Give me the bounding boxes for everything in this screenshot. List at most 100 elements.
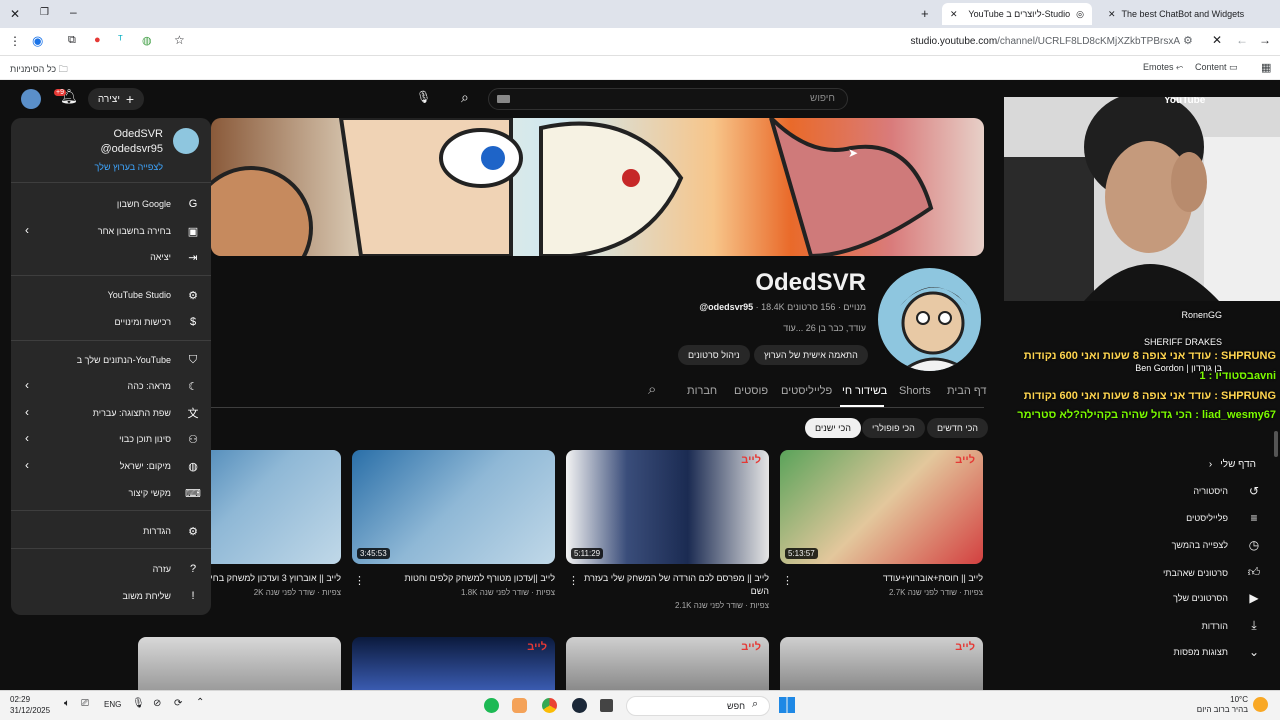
video-thumbnail[interactable] bbox=[138, 637, 341, 690]
chevron-up-icon[interactable]: ⌃ bbox=[196, 697, 204, 708]
chrome-icon[interactable] bbox=[542, 698, 557, 713]
stop-loading-icon[interactable]: ✕ bbox=[1212, 33, 1222, 47]
filter-newest[interactable]: הכי חדשים bbox=[927, 418, 989, 438]
extension-a-icon[interactable]: ● bbox=[94, 34, 101, 46]
menu-item-your-data[interactable]: הנתונים שלך ב-YouTube ⛉ bbox=[21, 349, 201, 371]
video-title[interactable]: לייב ||עדכון מטורף למשחק קלפים וחטות bbox=[352, 572, 555, 585]
menu-item-keyboard-shortcuts[interactable]: מקשי קיצור ⌨ bbox=[21, 482, 201, 504]
sidebar-item-show-more[interactable]: תצוגות מפסות ⌄ bbox=[1022, 645, 1262, 659]
video-thumbnail[interactable]: לייב 5:11:29 bbox=[566, 450, 769, 564]
menu-item-help[interactable]: עזרה? bbox=[21, 558, 201, 580]
channel-search-icon[interactable]: ⌕ bbox=[648, 381, 656, 398]
search-input[interactable]: חיפוש bbox=[488, 88, 848, 110]
tab-playlists[interactable]: פלייליסטים bbox=[781, 385, 832, 397]
menu-dots-icon[interactable]: ⋮ bbox=[9, 34, 21, 48]
channel-avatar[interactable] bbox=[876, 266, 983, 373]
video-thumbnail[interactable]: לייב 5:13:57 bbox=[780, 450, 983, 564]
sidebar-item-playlists[interactable]: פלייליסטים ≡ bbox=[1022, 511, 1262, 525]
avatar[interactable] bbox=[21, 89, 41, 109]
menu-item-sign-out[interactable]: יציאה ⇥ bbox=[21, 246, 201, 268]
menu-item-location[interactable]: מיקום: ישראל ◍ bbox=[21, 455, 201, 477]
view-channel-link[interactable]: לצפייה בערוץ שלך bbox=[31, 162, 163, 172]
close-window-icon[interactable]: ✕ bbox=[10, 7, 20, 21]
sidebar-item-history[interactable]: היסטוריה ↺ bbox=[1022, 484, 1262, 498]
steam-icon[interactable] bbox=[572, 698, 587, 713]
microphone-icon[interactable]: 🎙︎ bbox=[416, 90, 432, 106]
extension-c-icon[interactable]: ◍ bbox=[142, 34, 152, 47]
bookmark-star-icon[interactable]: ☆ bbox=[174, 33, 185, 47]
windows-start-icon[interactable] bbox=[779, 697, 795, 713]
weather-widget[interactable]: 10°C בהיר ברוב היום bbox=[1180, 695, 1248, 715]
input-language[interactable]: ENG bbox=[104, 700, 121, 709]
video-thumbnail[interactable]: לייב bbox=[780, 637, 983, 690]
sidebar-item-watch-later[interactable]: לצפייה בהמשך ◷ bbox=[1022, 538, 1262, 552]
close-tab-icon[interactable]: ✕ bbox=[950, 9, 958, 20]
tab-chatbot[interactable]: ✕ The best ChatBot and Widgets ◍ bbox=[1100, 3, 1250, 25]
menu-item-language[interactable]: שפת התצוגה: עברית 文 bbox=[21, 402, 201, 424]
minimize-window-icon[interactable]: – bbox=[70, 5, 77, 19]
video-thumbnail[interactable]: 3:45:53 bbox=[352, 450, 555, 564]
clock[interactable]: 02:29 31/12/2025 bbox=[10, 694, 50, 716]
video-menu-icon[interactable]: ⋮ bbox=[782, 574, 793, 587]
forward-arrow-icon[interactable]: → bbox=[1259, 33, 1271, 47]
sync-tray-icon[interactable]: ⟳ bbox=[174, 698, 182, 709]
taskbar-search-input[interactable]: חפש bbox=[626, 696, 770, 716]
menu-item-settings[interactable]: הגדרות ⚙ bbox=[21, 520, 201, 542]
video-thumbnail[interactable]: לייב bbox=[566, 637, 769, 690]
apps-grid-icon[interactable]: ▦ bbox=[1261, 61, 1271, 74]
menu-item-restricted-mode[interactable]: סינון תוכן כבוי ⚇ bbox=[21, 428, 201, 450]
scrollbar[interactable] bbox=[1274, 431, 1278, 457]
tab-posts[interactable]: פוסטים bbox=[734, 385, 768, 397]
back-arrow-icon[interactable]: ← bbox=[1236, 33, 1248, 47]
filter-oldest[interactable]: הכי ישנים bbox=[805, 418, 861, 438]
menu-item-switch-account[interactable]: בחירה בחשבון אחר ▣ bbox=[21, 220, 201, 242]
keyboard-icon[interactable] bbox=[497, 95, 510, 103]
menu-item-appearance[interactable]: מראה: כהה ☾ bbox=[21, 375, 201, 397]
menu-item-feedback[interactable]: שליחת משוב! bbox=[21, 585, 201, 607]
sidebar-item-your-videos[interactable]: הסרטונים שלך ▶ bbox=[1022, 591, 1262, 605]
tab-youtube-studio[interactable]: ✕ YouTube ליוצרים ב-Studio ◎ bbox=[942, 3, 1092, 25]
menu-item-purchases[interactable]: רכישות ומינויים $ bbox=[21, 311, 201, 333]
video-card[interactable]: לייב 5:11:29 לייב || מפרסם לכם הורדה של … bbox=[566, 450, 769, 610]
filter-popular[interactable]: הכי פופולרי bbox=[862, 418, 925, 438]
app-icon[interactable] bbox=[512, 698, 527, 713]
video-card[interactable]: לייב 5:13:57 לייב || חוסת+אוברווץ+עודד 2… bbox=[780, 450, 983, 597]
location-tray-icon[interactable]: ⊘ bbox=[153, 698, 161, 709]
restore-window-icon[interactable]: ❐ bbox=[40, 7, 49, 18]
search-icon[interactable]: ⌕ bbox=[461, 89, 469, 106]
spotify-icon[interactable] bbox=[484, 698, 499, 713]
extensions-icon[interactable]: ⧉ bbox=[68, 34, 76, 47]
create-button[interactable]: יצירה + bbox=[88, 88, 144, 110]
tab-live[interactable]: בשידור חי bbox=[842, 385, 887, 397]
video-title[interactable]: לייב || מפרסם לכם הורדה של המשחק שלי בעז… bbox=[566, 572, 769, 598]
tab-memberships[interactable]: חברות bbox=[687, 385, 717, 397]
close-tab-icon[interactable]: ✕ bbox=[1108, 9, 1116, 20]
channel-about[interactable]: עודד, כבר בן 26 ...עוד bbox=[560, 323, 866, 333]
network-icon[interactable]: ⎚ bbox=[81, 698, 89, 709]
video-menu-icon[interactable]: ⋮ bbox=[354, 574, 365, 587]
speaker-icon[interactable]: 🔈︎ bbox=[64, 698, 70, 709]
site-settings-icon[interactable]: ⚙ bbox=[1183, 34, 1193, 47]
files-icon[interactable] bbox=[600, 699, 613, 712]
tab-home[interactable]: דף הבית bbox=[947, 385, 986, 397]
extension-b-icon[interactable]: ᵀ bbox=[118, 34, 123, 46]
video-card[interactable]: 3:45:53 לייב ||עדכון מטורף למשחק קלפים ו… bbox=[352, 450, 555, 597]
menu-item-google-account[interactable]: חשבון Google G bbox=[21, 193, 201, 215]
video-title[interactable]: לייב || חוסת+אוברווץ+עודד bbox=[780, 572, 983, 585]
all-bookmarks-link[interactable]: כל הסימניות 🗀 bbox=[10, 62, 68, 78]
my-page-header[interactable]: › הדף שלי bbox=[1209, 459, 1256, 470]
sidebar-item-liked[interactable]: סרטונים שאהבתי 👍︎ bbox=[1022, 565, 1262, 580]
video-thumbnail[interactable]: לייב bbox=[352, 637, 555, 690]
url-field[interactable]: studio.youtube.com/channel/UCRLF8LD8cKMj… bbox=[700, 33, 1180, 51]
customize-channel-button[interactable]: התאמה אישית של הערוץ bbox=[754, 345, 868, 365]
content-bookmark[interactable]: Content ▭ bbox=[1195, 62, 1238, 73]
tab-shorts[interactable]: Shorts bbox=[899, 385, 931, 397]
microphone-tray-icon[interactable]: 🎙︎ bbox=[132, 698, 145, 709]
new-tab-icon[interactable]: + bbox=[921, 6, 929, 21]
sidebar-item-downloads[interactable]: הורדות ⤓ bbox=[1022, 618, 1262, 633]
menu-item-youtube-studio[interactable]: YouTube Studio ⚙ bbox=[21, 284, 201, 306]
manage-videos-button[interactable]: ניהול סרטונים bbox=[678, 345, 750, 365]
video-menu-icon[interactable]: ⋮ bbox=[568, 574, 579, 587]
emotes-bookmark[interactable]: Emotes ⬿ bbox=[1143, 62, 1183, 73]
profile-icon[interactable]: ◉ bbox=[32, 33, 43, 49]
